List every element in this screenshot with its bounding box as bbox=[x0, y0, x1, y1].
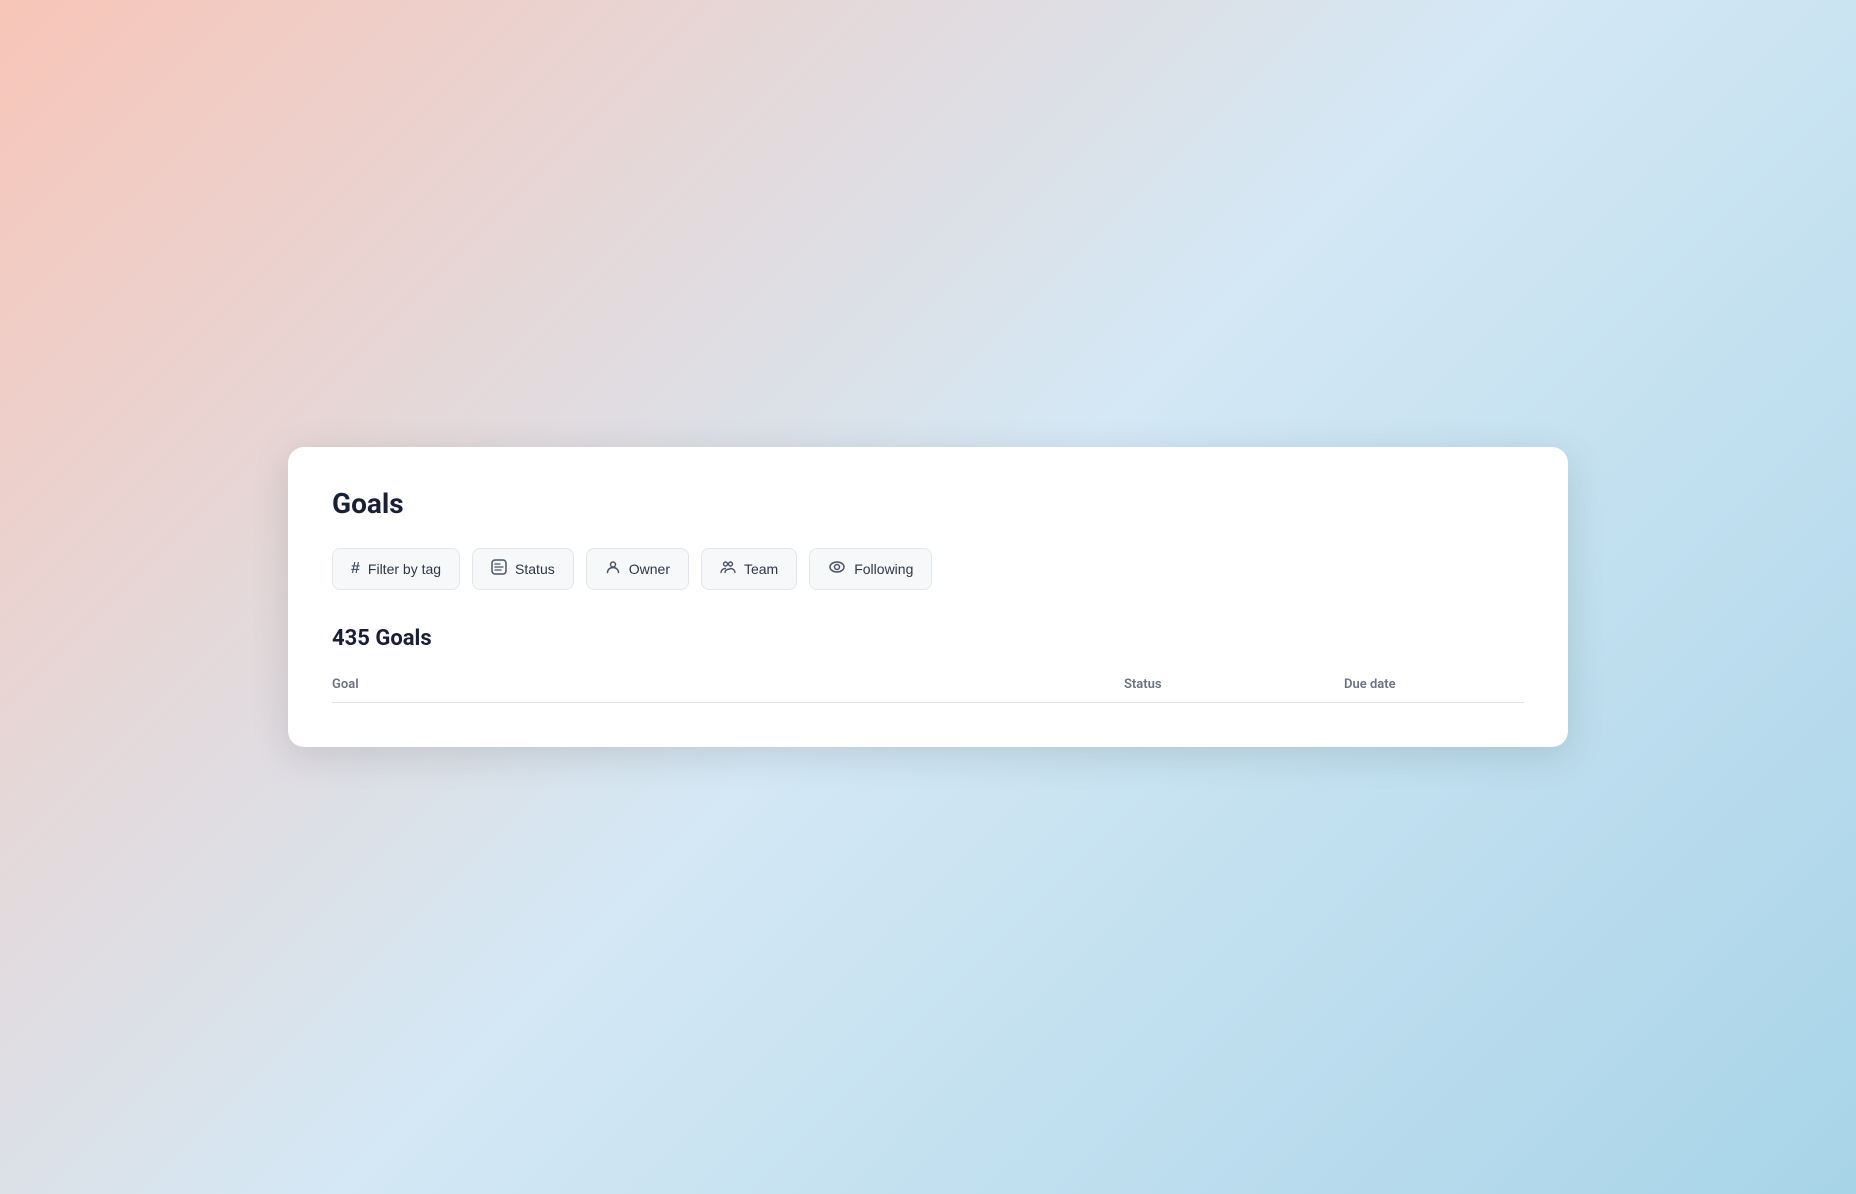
team-icon bbox=[720, 559, 736, 579]
filter-status[interactable]: Status bbox=[472, 548, 574, 590]
page-title: Goals bbox=[332, 487, 1524, 520]
goals-card: Goals #Filter by tag Status Owner Team Follo… bbox=[288, 447, 1568, 747]
table-header: Goal Status Due date bbox=[332, 667, 1524, 703]
owner-icon bbox=[605, 559, 621, 579]
header-status: Status bbox=[1124, 677, 1344, 692]
filter-following[interactable]: Following bbox=[809, 548, 932, 590]
filter-by-tag-icon: # bbox=[351, 560, 360, 578]
following-icon bbox=[828, 559, 846, 579]
goals-count: 435 Goals bbox=[332, 626, 1524, 651]
filter-owner[interactable]: Owner bbox=[586, 548, 689, 590]
header-due-date: Due date bbox=[1344, 677, 1524, 692]
filter-filter-by-tag[interactable]: #Filter by tag bbox=[332, 548, 460, 590]
filter-bar: #Filter by tag Status Owner Team Following bbox=[332, 548, 1524, 590]
filter-team[interactable]: Team bbox=[701, 548, 797, 590]
header-goal: Goal bbox=[332, 677, 1124, 692]
status-icon bbox=[491, 559, 507, 579]
